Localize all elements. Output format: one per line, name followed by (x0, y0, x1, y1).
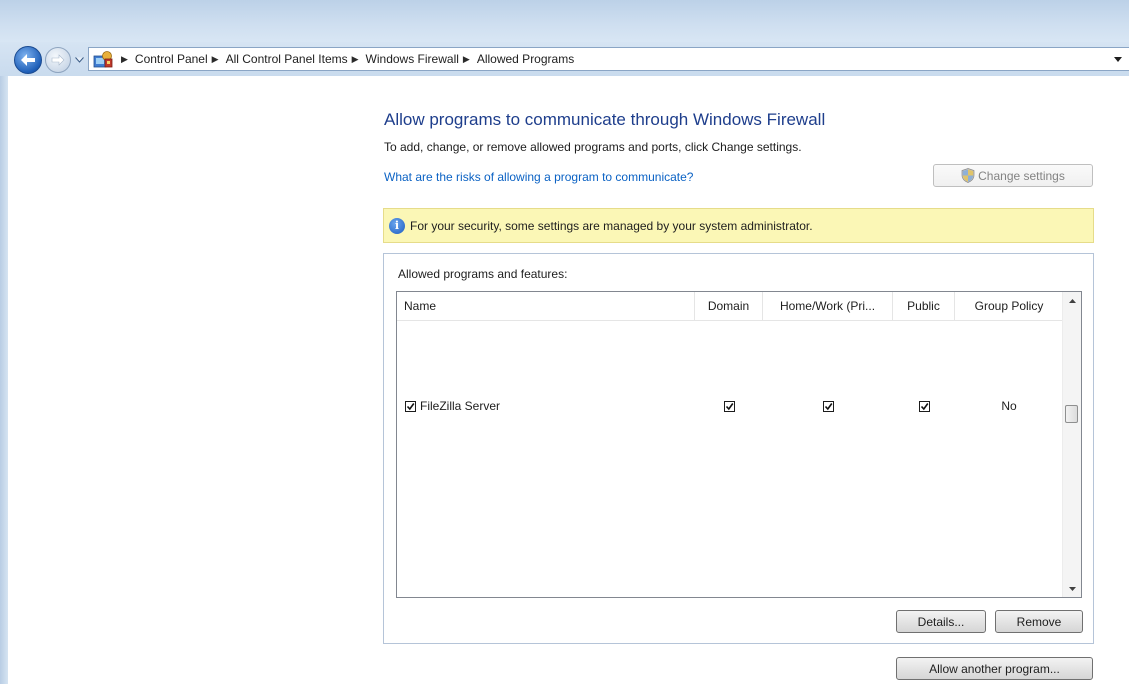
program-enabled-checkbox[interactable] (405, 400, 416, 412)
scrollbar-thumb[interactable] (1065, 405, 1078, 423)
breadcrumb-windows-firewall[interactable]: Windows Firewall (366, 52, 459, 66)
admin-info-bar: i For your security, some settings are m… (383, 208, 1094, 243)
program-name: FileZilla Server (420, 399, 501, 413)
window-title-bar (0, 0, 1129, 42)
checkmark-icon (920, 402, 928, 410)
allowed-programs-group: Allowed programs and features: Name Doma… (383, 253, 1094, 644)
column-header-name[interactable]: Name (397, 292, 695, 320)
scroll-up-button[interactable] (1063, 292, 1081, 309)
info-icon: i (389, 217, 405, 234)
checkmark-icon (824, 402, 832, 410)
checkmark-icon (725, 402, 733, 410)
column-header-domain[interactable]: Domain (695, 292, 763, 320)
back-arrow-icon (21, 54, 35, 66)
dropdown-arrow-icon (1114, 56, 1122, 62)
page-subtitle: To add, change, or remove allowed progra… (384, 140, 802, 154)
column-header-group-policy[interactable]: Group Policy (955, 292, 1063, 320)
back-button[interactable] (14, 46, 42, 74)
address-history-dropdown[interactable] (1113, 53, 1123, 65)
breadcrumb-all-items[interactable]: All Control Panel Items (226, 52, 348, 66)
control-panel-icon (93, 51, 113, 68)
breadcrumb-separator-icon[interactable]: ▶ (212, 54, 219, 65)
home-work-checkbox[interactable] (822, 400, 834, 412)
allowed-programs-list[interactable]: Name Domain Home/Work (Pri... Public Gro… (396, 291, 1082, 598)
scroll-up-arrow-icon (1068, 298, 1076, 303)
details-button[interactable]: Details... (896, 610, 986, 633)
list-header: Name Domain Home/Work (Pri... Public Gro… (397, 292, 1063, 321)
list-item[interactable]: FileZilla Server No (397, 397, 1063, 415)
checkmark-icon (406, 402, 415, 410)
breadcrumb-separator-icon[interactable]: ▶ (463, 54, 470, 65)
address-bar[interactable]: ▶ Control Panel ▶ All Control Panel Item… (88, 47, 1129, 71)
group-policy-cell: No (1001, 399, 1017, 413)
page-title: Allow programs to communicate through Wi… (384, 110, 826, 129)
program-name-cell: FileZilla Server (405, 397, 500, 415)
breadcrumb-control-panel[interactable]: Control Panel (135, 52, 208, 66)
risks-help-link[interactable]: What are the risks of allowing a program… (384, 170, 693, 184)
window-left-border (0, 76, 8, 684)
info-message: For your security, some settings are man… (410, 218, 813, 233)
scroll-down-button[interactable] (1063, 580, 1081, 597)
column-header-public[interactable]: Public (893, 292, 955, 320)
forward-arrow-icon (51, 54, 65, 66)
chevron-down-icon (74, 57, 84, 63)
scroll-down-arrow-icon (1068, 586, 1076, 591)
home-work-cell (763, 397, 893, 415)
breadcrumb-separator-icon[interactable]: ▶ (121, 54, 128, 65)
breadcrumb-allowed-programs[interactable]: Allowed Programs (477, 52, 574, 66)
domain-cell (695, 397, 763, 415)
uac-shield-icon (961, 168, 975, 183)
change-settings-label: Change settings (978, 168, 1065, 183)
vertical-scrollbar[interactable] (1062, 292, 1081, 597)
change-settings-button[interactable]: Change settings (933, 164, 1093, 187)
public-checkbox[interactable] (918, 400, 930, 412)
allow-another-program-button[interactable]: Allow another program... (896, 657, 1093, 680)
public-cell (893, 397, 955, 415)
remove-button[interactable]: Remove (995, 610, 1083, 633)
breadcrumb-separator-icon[interactable]: ▶ (352, 54, 359, 65)
recent-pages-dropdown[interactable] (73, 54, 85, 66)
allowed-programs-label: Allowed programs and features: (398, 267, 568, 281)
domain-checkbox[interactable] (723, 400, 735, 412)
column-header-home-work[interactable]: Home/Work (Pri... (763, 292, 893, 320)
forward-button[interactable] (45, 47, 71, 73)
